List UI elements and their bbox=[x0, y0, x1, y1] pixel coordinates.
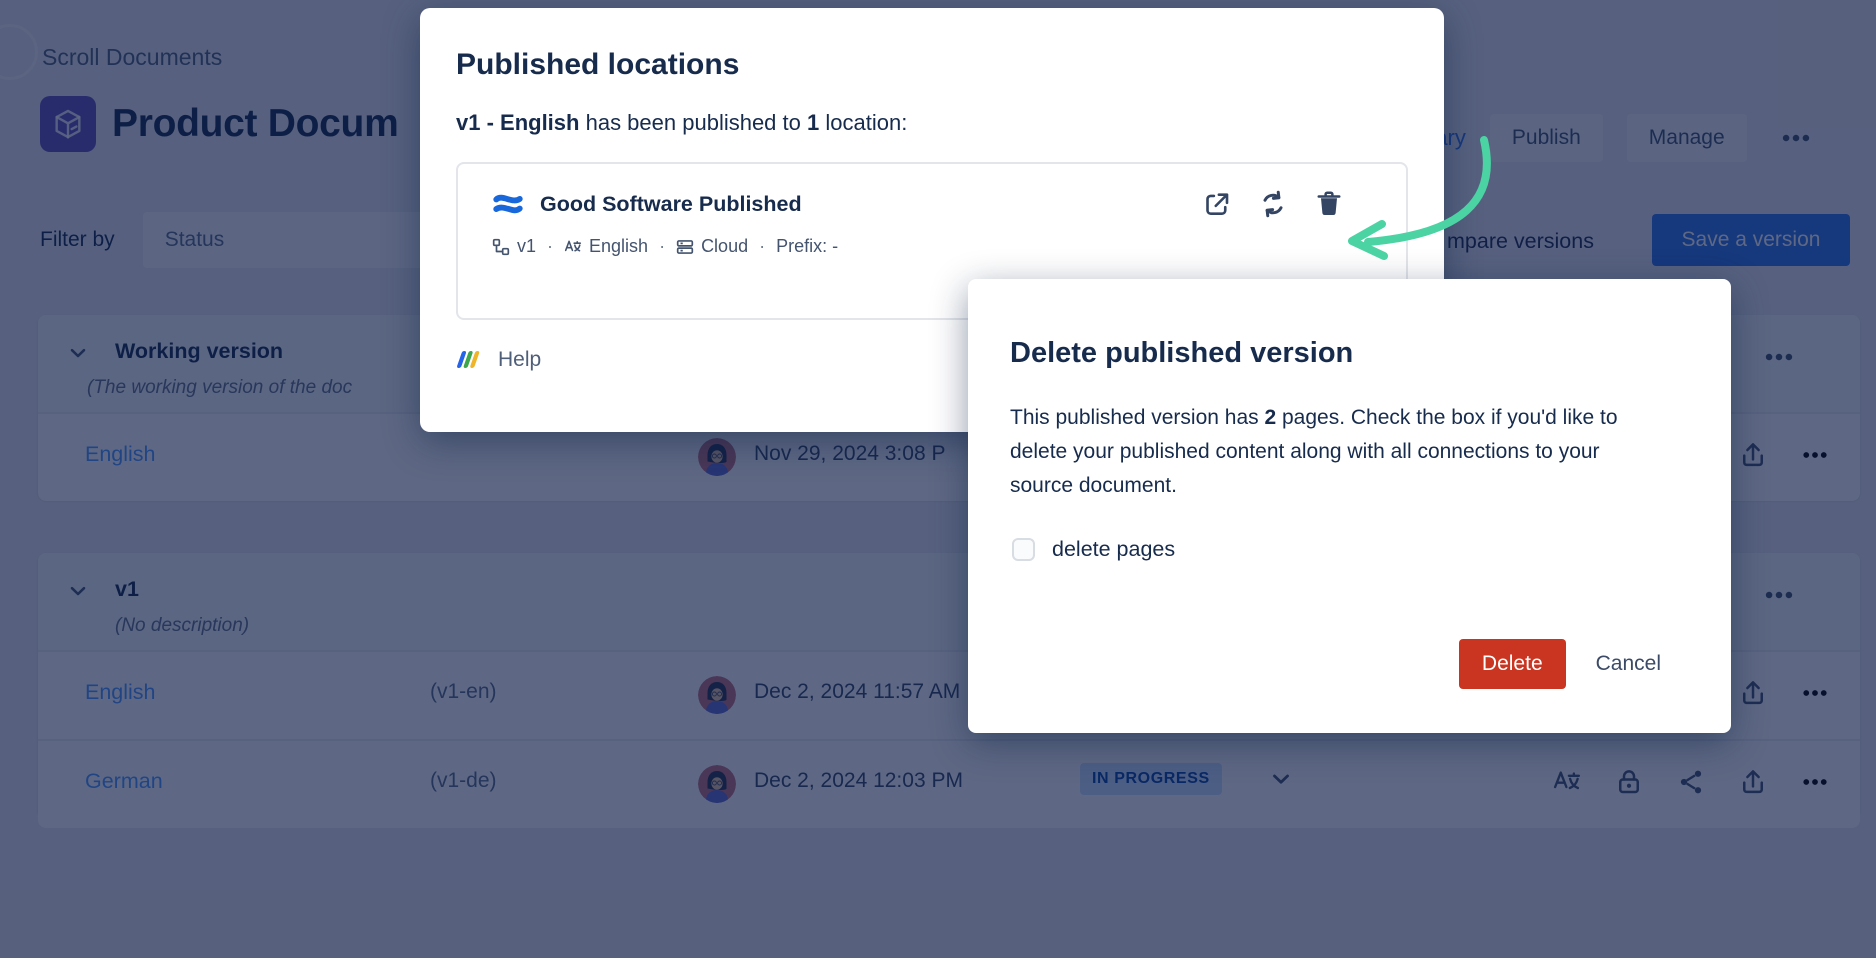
delete-button[interactable]: Delete bbox=[1459, 639, 1566, 689]
intro-mid: has been published to bbox=[579, 110, 807, 135]
meta-prefix: Prefix: - bbox=[776, 236, 838, 257]
help-label: Help bbox=[498, 348, 541, 372]
location-meta: v1 · English · Cloud · Prefix: - bbox=[492, 236, 1344, 257]
body-pre: This published version has bbox=[1010, 406, 1264, 429]
translate-icon bbox=[564, 238, 582, 256]
body-page-count: 2 bbox=[1264, 406, 1276, 429]
meta-version-label: v1 bbox=[517, 236, 536, 257]
sync-icon[interactable] bbox=[1258, 189, 1288, 219]
k15t-logo-icon bbox=[456, 346, 484, 374]
modal-title: Published locations bbox=[456, 48, 1408, 82]
delete-pages-label: delete pages bbox=[1052, 537, 1175, 562]
intro-count: 1 bbox=[807, 110, 819, 135]
hierarchy-icon bbox=[492, 238, 510, 256]
modal-intro: v1 - English has been published to 1 loc… bbox=[456, 110, 1408, 136]
server-icon bbox=[676, 238, 694, 256]
meta-version: v1 bbox=[492, 236, 536, 257]
location-card-header: Good Software Published bbox=[492, 188, 1344, 220]
intro-version: v1 - English bbox=[456, 110, 579, 135]
meta-language: English bbox=[564, 236, 648, 257]
delete-published-version-modal: Delete published version This published … bbox=[968, 279, 1731, 733]
meta-separator: · bbox=[759, 236, 765, 257]
meta-separator: · bbox=[659, 236, 665, 257]
meta-prefix-label: Prefix: - bbox=[776, 236, 838, 257]
screen: Scroll Documents Product Docum rary Publ… bbox=[0, 0, 1876, 958]
meta-host: Cloud bbox=[676, 236, 748, 257]
meta-separator: · bbox=[547, 236, 553, 257]
meta-language-label: English bbox=[589, 236, 648, 257]
delete-pages-checkbox[interactable] bbox=[1012, 538, 1035, 561]
location-name[interactable]: Good Software Published bbox=[540, 192, 802, 217]
open-external-icon[interactable] bbox=[1202, 189, 1232, 219]
modal-footer: Delete Cancel bbox=[1459, 639, 1673, 689]
location-actions bbox=[1202, 189, 1344, 219]
delete-pages-option: delete pages bbox=[1012, 537, 1175, 562]
trash-icon[interactable] bbox=[1314, 189, 1344, 219]
confluence-logo-icon bbox=[492, 188, 524, 220]
intro-end: location: bbox=[819, 110, 907, 135]
cancel-button[interactable]: Cancel bbox=[1584, 639, 1673, 689]
meta-host-label: Cloud bbox=[701, 236, 748, 257]
modal-body: This published version has 2 pages. Chec… bbox=[1010, 401, 1640, 503]
modal-title: Delete published version bbox=[1010, 337, 1353, 370]
